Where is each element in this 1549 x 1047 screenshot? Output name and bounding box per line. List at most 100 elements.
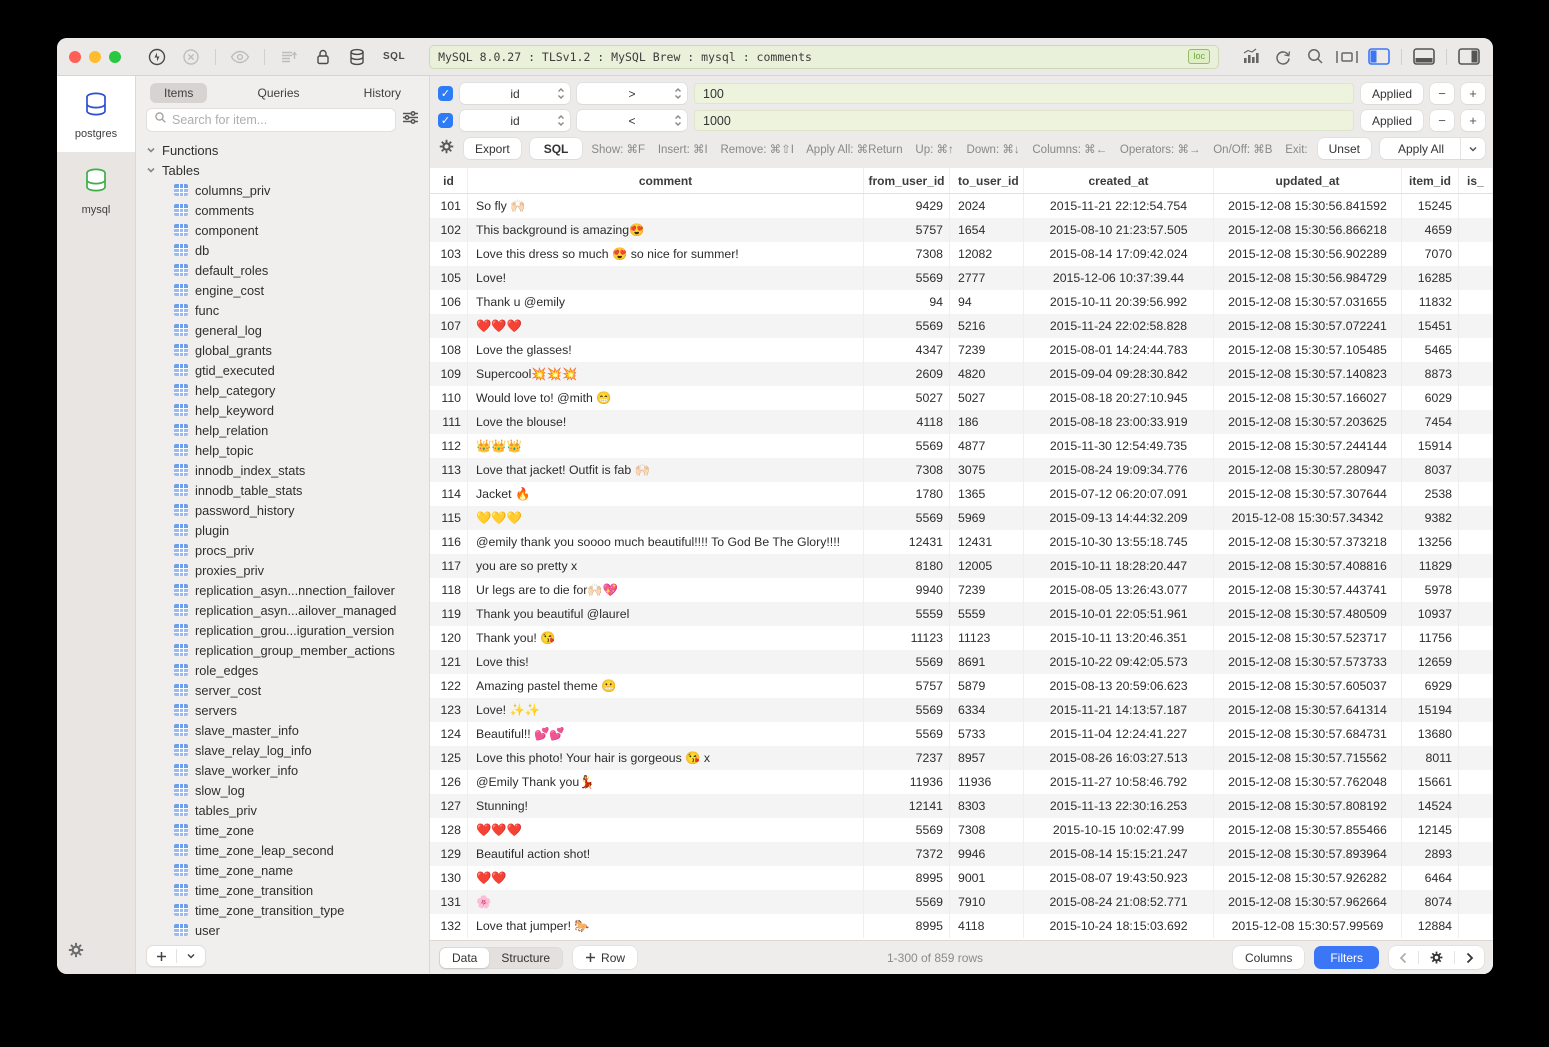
- toggle-left-panel-icon[interactable]: [1367, 45, 1391, 69]
- search-icon[interactable]: [1303, 45, 1327, 69]
- table-row[interactable]: 111Love the blouse!41181862015-08-18 23:…: [430, 410, 1493, 434]
- filter-value-input[interactable]: [694, 83, 1354, 104]
- tree-item-user[interactable]: user: [146, 920, 429, 938]
- columns-button[interactable]: Columns: [1233, 946, 1304, 969]
- tree-item-innodb_index_stats[interactable]: innodb_index_stats: [146, 460, 429, 480]
- fit-columns-icon[interactable]: [1335, 45, 1359, 69]
- column-header-comment[interactable]: comment: [468, 168, 864, 193]
- connection-mysql[interactable]: mysql: [57, 152, 135, 228]
- tree-item-servers[interactable]: servers: [146, 700, 429, 720]
- tree-item-slave_worker_info[interactable]: slave_worker_info: [146, 760, 429, 780]
- database-icon[interactable]: [345, 45, 369, 69]
- column-header-item_id[interactable]: item_id: [1402, 168, 1459, 193]
- column-header-created_at[interactable]: created_at: [1024, 168, 1214, 193]
- tree-item-procs_priv[interactable]: procs_priv: [146, 540, 429, 560]
- tree-item-slave_master_info[interactable]: slave_master_info: [146, 720, 429, 740]
- column-header-id[interactable]: id: [430, 168, 468, 193]
- tree-item-time_zone_name[interactable]: time_zone_name: [146, 860, 429, 880]
- tree-item-general_log[interactable]: general_log: [146, 320, 429, 340]
- filter-operator-select[interactable]: >: [577, 83, 687, 104]
- apply-all-button[interactable]: Apply All: [1380, 138, 1485, 159]
- table-row[interactable]: 126@Emily Thank you💃11936119362015-11-27…: [430, 770, 1493, 794]
- filter-column-select[interactable]: id: [460, 83, 570, 104]
- tree-item-slave_relay_log_info[interactable]: slave_relay_log_info: [146, 740, 429, 760]
- unset-button[interactable]: Unset: [1318, 138, 1371, 159]
- tree-item-help_category[interactable]: help_category: [146, 380, 429, 400]
- filter-enabled-checkbox[interactable]: ✓: [438, 86, 453, 101]
- tree-item-slow_log[interactable]: slow_log: [146, 780, 429, 800]
- table-row[interactable]: 122Amazing pastel theme 😬575758792015-08…: [430, 674, 1493, 698]
- remove-filter-button[interactable]: −: [1430, 83, 1454, 104]
- column-header-from_user_id[interactable]: from_user_id: [864, 168, 950, 193]
- table-row[interactable]: 109Supercool💥💥💥260948202015-09-04 09:28:…: [430, 362, 1493, 386]
- group-functions[interactable]: Functions: [146, 140, 429, 160]
- tree-item-comments[interactable]: comments: [146, 200, 429, 220]
- next-page-button[interactable]: [1455, 946, 1484, 969]
- refresh-icon[interactable]: [1271, 45, 1295, 69]
- filter-tune-icon[interactable]: [402, 110, 419, 130]
- table-row[interactable]: 129Beautiful action shot!737299462015-08…: [430, 842, 1493, 866]
- table-row[interactable]: 105Love!556927772015-12-06 10:37:39.4420…: [430, 266, 1493, 290]
- filter-enabled-checkbox[interactable]: ✓: [438, 113, 453, 128]
- add-row-button[interactable]: Row: [573, 946, 637, 969]
- tab-history[interactable]: History: [350, 83, 415, 103]
- tree-item-innodb_table_stats[interactable]: innodb_table_stats: [146, 480, 429, 500]
- previous-page-button[interactable]: [1389, 946, 1418, 969]
- log-list-icon[interactable]: [277, 45, 301, 69]
- table-row[interactable]: 125Love this photo! Your hair is gorgeou…: [430, 746, 1493, 770]
- filter-operator-select[interactable]: <: [577, 110, 687, 131]
- table-row[interactable]: 103Love this dress so much 😍 so nice for…: [430, 242, 1493, 266]
- tree-item-default_roles[interactable]: default_roles: [146, 260, 429, 280]
- tree-item-db[interactable]: db: [146, 240, 429, 260]
- table-row[interactable]: 130❤️❤️899590012015-08-07 19:43:50.92320…: [430, 866, 1493, 890]
- table-row[interactable]: 115💛💛💛556959692015-09-13 14:44:32.209201…: [430, 506, 1493, 530]
- tree-item-replication_asyn-ailover_managed[interactable]: replication_asyn...ailover_managed: [146, 600, 429, 620]
- tree-item-component[interactable]: component: [146, 220, 429, 240]
- tree-item-gtid_executed[interactable]: gtid_executed: [146, 360, 429, 380]
- preview-eye-icon[interactable]: [228, 45, 252, 69]
- filter-value-input[interactable]: [694, 110, 1354, 131]
- column-header-to_user_id[interactable]: to_user_id: [950, 168, 1024, 193]
- table-row[interactable]: 120Thank you! 😘11123111232015-10-11 13:2…: [430, 626, 1493, 650]
- column-header-updated_at[interactable]: updated_at: [1214, 168, 1402, 193]
- add-item-menu-button[interactable]: [177, 946, 205, 966]
- add-filter-button[interactable]: +: [1461, 83, 1485, 104]
- table-row[interactable]: 124Beautiful!! 💕💕556957332015-11-04 12:2…: [430, 722, 1493, 746]
- tab-data[interactable]: Data: [440, 948, 489, 968]
- table-row[interactable]: 114Jacket 🔥178013652015-07-12 06:20:07.0…: [430, 482, 1493, 506]
- table-row[interactable]: 107❤️❤️❤️556952162015-11-24 22:02:58.828…: [430, 314, 1493, 338]
- tree-item-proxies_priv[interactable]: proxies_priv: [146, 560, 429, 580]
- disconnect-icon[interactable]: [179, 45, 203, 69]
- tree-item-role_edges[interactable]: role_edges: [146, 660, 429, 680]
- tree-item-password_history[interactable]: password_history: [146, 500, 429, 520]
- close-window-button[interactable]: [69, 51, 81, 63]
- settings-gear-icon[interactable]: [67, 941, 85, 964]
- table-row[interactable]: 123Love! ✨✨556963342015-11-21 14:13:57.1…: [430, 698, 1493, 722]
- toggle-bottom-panel-icon[interactable]: [1412, 45, 1436, 69]
- group-tables[interactable]: Tables: [146, 160, 429, 180]
- table-row[interactable]: 119Thank you beautiful @laurel5559555920…: [430, 602, 1493, 626]
- remove-filter-button[interactable]: −: [1430, 110, 1454, 131]
- add-item-button[interactable]: [147, 946, 176, 966]
- table-row[interactable]: 108Love the glasses!434772392015-08-01 1…: [430, 338, 1493, 362]
- minimize-window-button[interactable]: [89, 51, 101, 63]
- table-row[interactable]: 117you are so pretty x8180120052015-10-1…: [430, 554, 1493, 578]
- table-row[interactable]: 116@emily thank you soooo much beautiful…: [430, 530, 1493, 554]
- tree-item-tables_priv[interactable]: tables_priv: [146, 800, 429, 820]
- tree-item-time_zone[interactable]: time_zone: [146, 820, 429, 840]
- connection-postgres[interactable]: postgres: [57, 76, 135, 152]
- table-row[interactable]: 101So fly 🙌🏻942920242015-11-21 22:12:54.…: [430, 194, 1493, 218]
- table-row[interactable]: 131🌸556979102015-08-24 21:08:52.7712015-…: [430, 890, 1493, 914]
- tree-item-columns_priv[interactable]: columns_priv: [146, 180, 429, 200]
- filter-column-select[interactable]: id: [460, 110, 570, 131]
- tree-item-replication_group_member_actions[interactable]: replication_group_member_actions: [146, 640, 429, 660]
- filter-applied-button[interactable]: Applied: [1361, 83, 1423, 104]
- tree-item-time_zone_transition_type[interactable]: time_zone_transition_type: [146, 900, 429, 920]
- item-search-box[interactable]: [146, 108, 396, 132]
- tab-structure[interactable]: Structure: [489, 948, 562, 968]
- tree-item-replication_grou-iguration_version[interactable]: replication_grou...iguration_version: [146, 620, 429, 640]
- filter-applied-button[interactable]: Applied: [1361, 110, 1423, 131]
- tree-item-plugin[interactable]: plugin: [146, 520, 429, 540]
- table-row[interactable]: 127Stunning!1214183032015-11-13 22:30:16…: [430, 794, 1493, 818]
- chart-icon[interactable]: [1239, 45, 1263, 69]
